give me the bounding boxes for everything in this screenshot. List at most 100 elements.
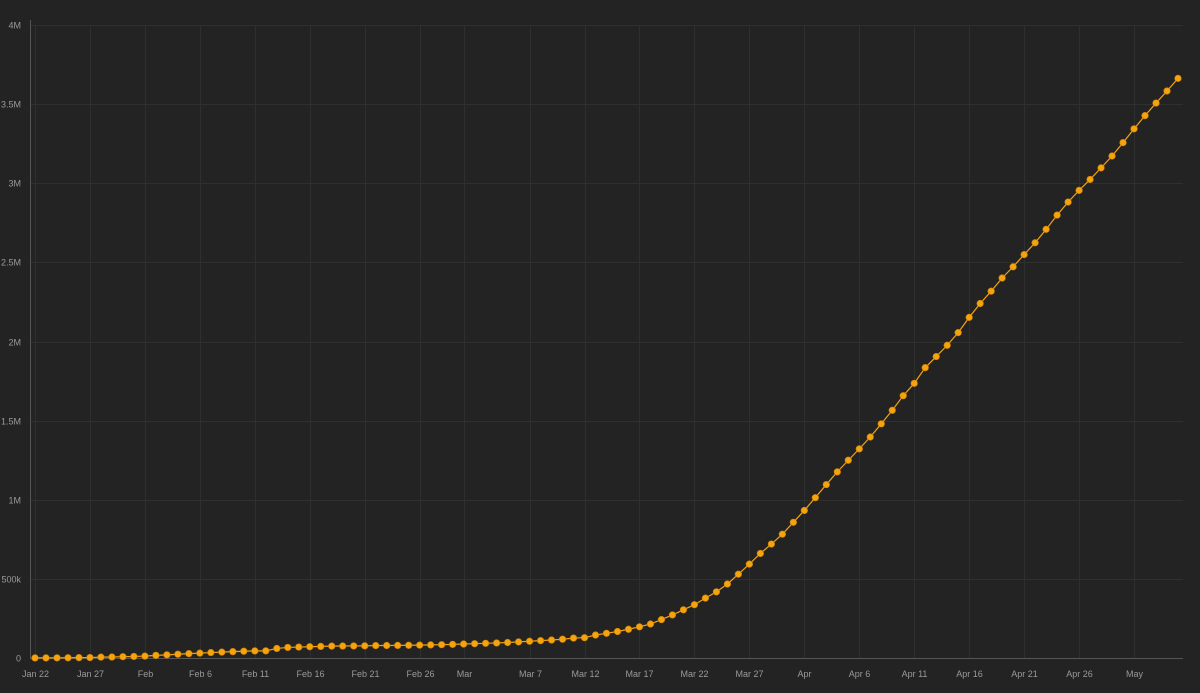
data-point [350, 642, 358, 650]
data-point [910, 379, 918, 387]
y-tick-label: 3M [8, 179, 21, 189]
data-point [427, 641, 435, 649]
data-point [1130, 125, 1138, 133]
data-point [822, 480, 830, 489]
data-point [723, 580, 731, 588]
data-point [811, 494, 819, 502]
x-axis-tick-labels: Jan 22 Jan 27 Feb Feb 6 Feb 11 Feb 16 Feb 21 Fe… [22, 669, 1144, 679]
data-point [75, 654, 83, 662]
x-tick-label: Feb 21 [351, 669, 379, 679]
y-tick-label: 4M [8, 21, 21, 31]
data-point [866, 433, 874, 441]
data-point [1075, 186, 1083, 194]
data-point [1097, 164, 1105, 172]
data-point [218, 648, 226, 656]
data-point [130, 652, 138, 661]
data-point [482, 639, 490, 647]
data-point [1042, 225, 1050, 233]
data-point [438, 641, 446, 649]
data-point [756, 549, 764, 558]
x-tick-label: Mar 12 [571, 669, 599, 679]
data-point [229, 648, 237, 656]
data-point [1031, 239, 1039, 247]
data-point [262, 647, 270, 655]
y-tick-label: 3.5M [1, 100, 21, 110]
data-point [185, 650, 193, 658]
data-point [899, 392, 907, 400]
data-point [405, 641, 413, 649]
data-point [64, 654, 72, 662]
data-point [536, 637, 545, 645]
data-point [339, 642, 347, 650]
x-tick-label: Jan 22 [22, 669, 49, 679]
data-point [108, 653, 116, 661]
data-point [53, 654, 61, 662]
y-tick-label: 500k [1, 575, 21, 585]
data-point [679, 606, 688, 614]
data-point [580, 634, 589, 642]
data-point [635, 623, 644, 631]
series-cases [31, 74, 1182, 662]
data-point [207, 648, 215, 657]
data-point [372, 641, 380, 650]
data-point [1020, 250, 1028, 259]
data-point [361, 642, 369, 650]
x-tick-label: Feb 16 [296, 669, 324, 679]
data-point [668, 611, 677, 619]
data-point [1152, 99, 1160, 107]
data-point [646, 620, 655, 628]
data-point [976, 299, 984, 308]
data-point [701, 594, 710, 602]
series-line [34, 77, 1179, 659]
x-tick-label: Jan 27 [77, 669, 104, 679]
x-tick-label: Mar 7 [519, 669, 542, 679]
x-tick-label: Mar 17 [625, 669, 653, 679]
y-tick-label: 2.5M [1, 258, 21, 268]
x-tick-label: Feb 6 [189, 669, 212, 679]
data-point [998, 274, 1006, 282]
data-point [1163, 87, 1171, 95]
data-point [1009, 263, 1017, 271]
chart-container: 0 500k 1M 1.5M 2M 2.5M 3M 3.5M 4M Jan 22 Jan 27 Fe… [0, 0, 1200, 688]
data-point [240, 647, 248, 655]
data-point [317, 642, 325, 651]
data-point [1141, 112, 1149, 120]
data-point [416, 641, 424, 649]
x-tick-label: Apr 11 [902, 669, 928, 679]
data-point [789, 518, 797, 526]
data-point [921, 364, 929, 372]
data-point [174, 650, 182, 658]
data-point [932, 352, 940, 361]
data-point [547, 636, 556, 644]
x-tick-label: Apr [797, 669, 811, 679]
data-point [383, 641, 391, 650]
data-point [493, 639, 501, 647]
confirmed-cases-line-chart: 0 500k 1M 1.5M 2M 2.5M 3M 3.5M 4M Jan 22 Jan 27 Fe… [1, 20, 1183, 679]
data-point [855, 445, 863, 453]
data-point [97, 653, 105, 661]
data-point [569, 634, 578, 642]
data-point [514, 638, 523, 646]
y-tick-label: 0 [16, 654, 21, 664]
grid [30, 25, 1183, 658]
x-tick-label: Mar 22 [680, 669, 708, 679]
data-point [328, 642, 336, 650]
data-point [251, 647, 259, 655]
x-tick-label: Feb [138, 669, 154, 679]
data-point [954, 329, 962, 337]
data-point [1064, 198, 1072, 206]
x-tick-label: Mar 27 [735, 669, 763, 679]
x-tick-label: Apr 21 [1011, 669, 1038, 679]
x-tick-label: Apr 6 [849, 669, 871, 679]
y-tick-label: 2M [8, 338, 21, 348]
x-tick-label: Feb 11 [242, 669, 269, 679]
data-point [141, 652, 149, 660]
data-point [152, 651, 160, 659]
data-point [767, 540, 775, 548]
data-point [1053, 211, 1061, 219]
data-point [888, 406, 896, 414]
y-tick-label: 1M [8, 496, 21, 506]
data-point [657, 616, 666, 624]
data-point [86, 653, 94, 662]
data-point [119, 653, 127, 661]
